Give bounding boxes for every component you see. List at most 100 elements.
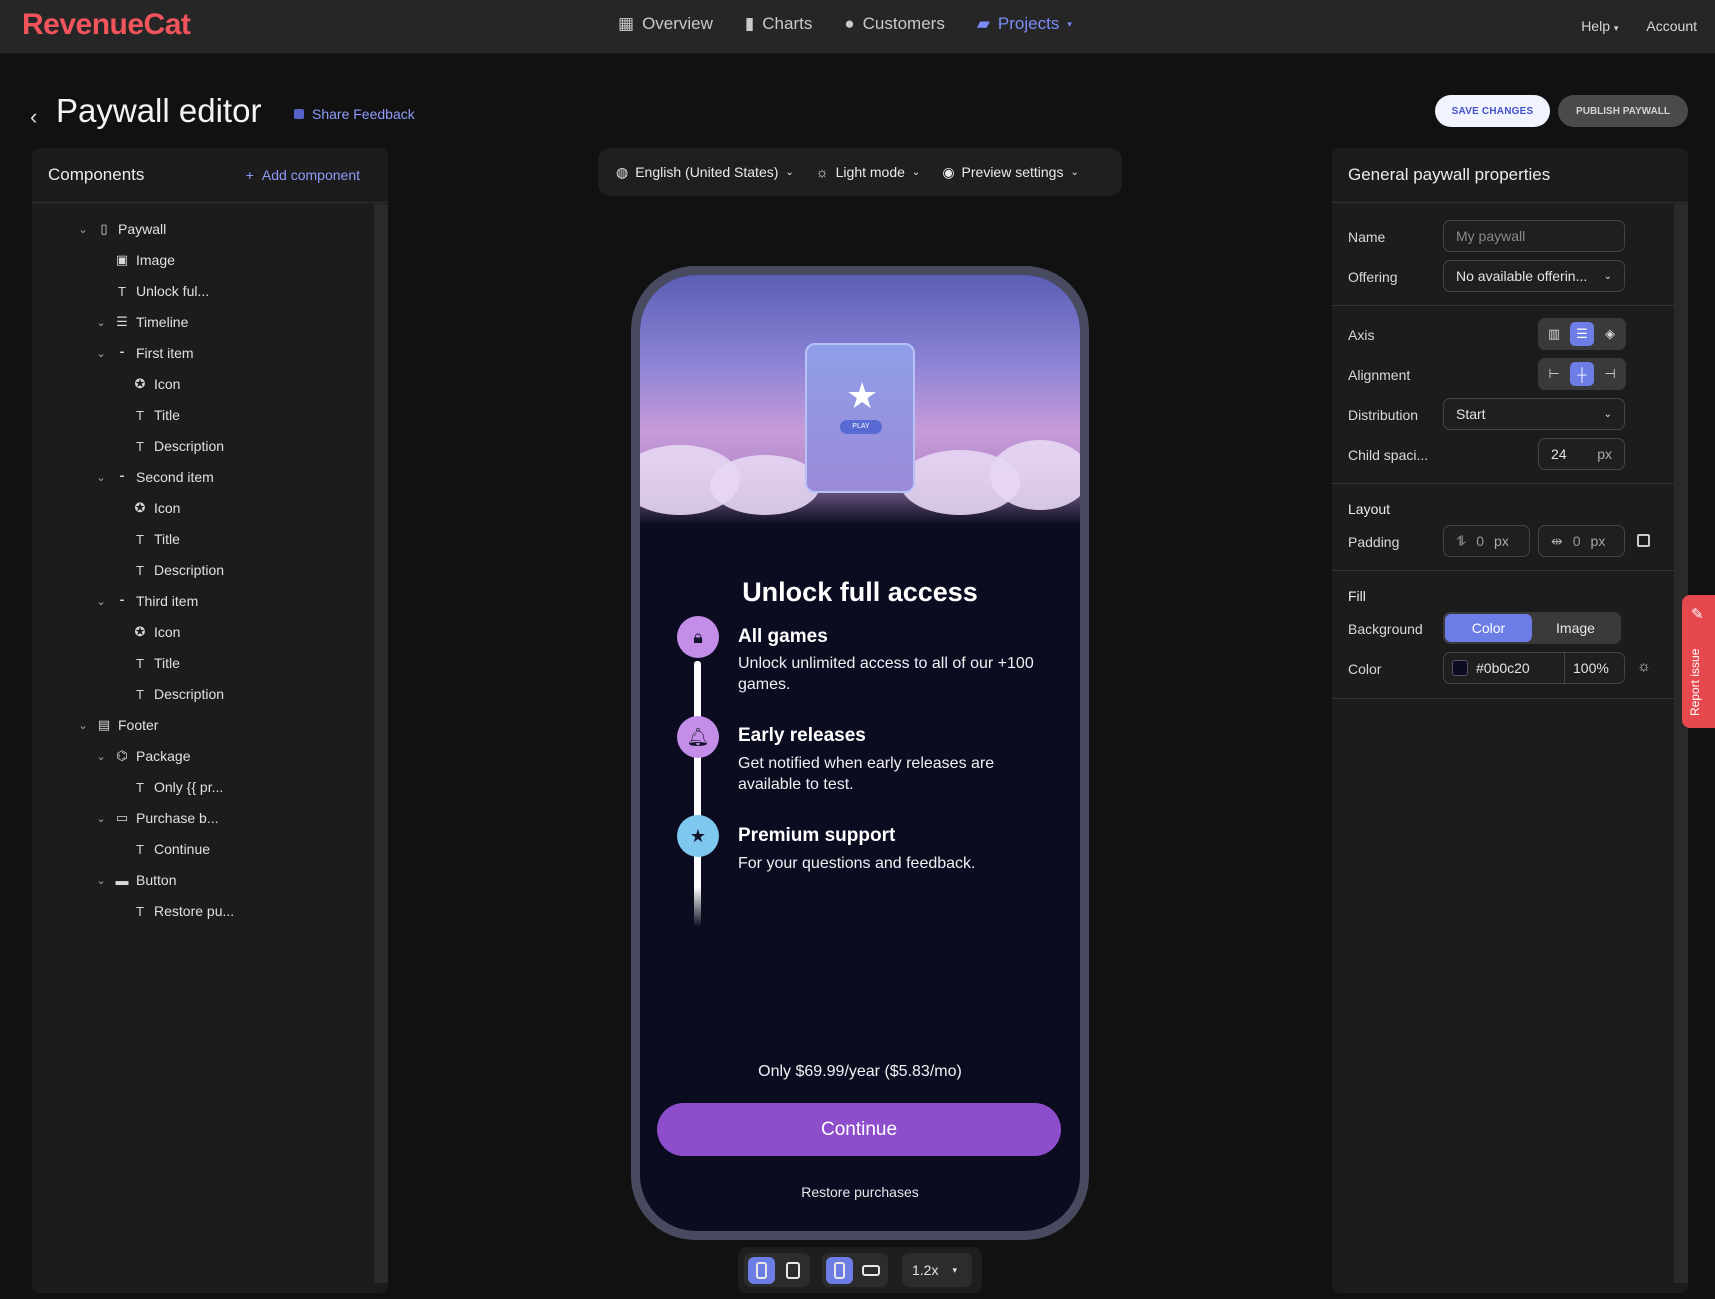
chevron-down-icon[interactable]: ⌄ [94, 316, 108, 329]
tree-node[interactable]: ✪ Icon [112, 621, 181, 643]
tree-node[interactable]: T Description [112, 559, 224, 581]
chevron-down-icon[interactable]: ⌄ [94, 874, 108, 887]
tree-node[interactable]: ⌄ ⁃ Third item [94, 590, 198, 612]
chevron-down-icon[interactable]: ⌄ [76, 223, 90, 236]
components-scrollbar[interactable] [374, 204, 388, 1283]
icon-icon: ✪ [134, 624, 146, 639]
tree-node[interactable]: T Title [112, 652, 180, 674]
nav-customers[interactable]: ● Customers [844, 14, 944, 34]
tree-node[interactable]: ⌄ ⁃ Second item [94, 466, 213, 488]
tree-node[interactable]: T Continue [112, 838, 210, 860]
padding-horizontal-input[interactable]: ⇹ 0 px [1538, 525, 1625, 557]
preview-settings-select[interactable]: ◉ Preview settings ⌄ [942, 164, 1079, 181]
tree-node-label: Timeline [136, 314, 189, 330]
folder-icon: ▰ [976, 14, 990, 33]
tree-node[interactable]: T Description [112, 683, 224, 705]
continue-button[interactable]: Continue [657, 1103, 1061, 1156]
color-swatch[interactable] [1452, 660, 1468, 676]
tree-node-label: Icon [154, 376, 181, 392]
theme-sun-icon[interactable]: ☼ [1637, 658, 1651, 675]
chevron-down-icon[interactable]: ⌄ [94, 471, 108, 484]
background-image-option[interactable]: Image [1532, 614, 1619, 642]
tree-node[interactable]: T Title [112, 404, 180, 426]
name-input[interactable]: My paywall [1443, 220, 1625, 252]
tree-node[interactable]: T Restore pu... [112, 900, 234, 922]
tree-node[interactable]: ⌄ ▬ Button [94, 869, 176, 891]
name-label: Name [1348, 229, 1386, 245]
hero-image[interactable]: ★ PLAY [640, 275, 1080, 525]
zoom-value: 1.2x [912, 1262, 939, 1278]
tree-node[interactable]: ⌄ ▯ Paywall [76, 218, 166, 240]
padding-vertical-input[interactable]: ⥮ 0 px [1443, 525, 1530, 557]
chevron-down-icon: ⌄ [1603, 408, 1612, 420]
padding-horizontal-icon: ⇹ [1551, 532, 1563, 549]
axis-segmented: ▥ ☰ ◈ [1538, 318, 1626, 350]
axis-label: Axis [1348, 327, 1375, 343]
child-spacing-input[interactable]: 24 px [1538, 438, 1625, 470]
color-input[interactable]: #0b0c20 100% [1443, 652, 1625, 684]
chevron-down-icon[interactable]: ⌄ [94, 812, 108, 825]
nav-charts[interactable]: ▮ Charts [745, 14, 812, 34]
chevron-down-icon[interactable]: ⌄ [94, 750, 108, 763]
tree-node[interactable]: ⌄ ▤ Footer [76, 714, 158, 736]
timeline-item-desc[interactable]: Get notified when early releases are ava… [738, 753, 1038, 795]
tree-node[interactable]: ⌄ ☰ Timeline [94, 311, 188, 333]
tree-node-label: Unlock ful... [136, 283, 210, 299]
tree-node[interactable]: ▣ Image [94, 249, 175, 271]
tree-node[interactable]: ⌄ ⁃ First item [94, 342, 193, 364]
tree-node[interactable]: ✪ Icon [112, 373, 181, 395]
tablet-device-button[interactable] [779, 1257, 806, 1284]
tree-node[interactable]: T Title [112, 528, 180, 550]
align-center-icon[interactable]: ┼ [1570, 362, 1594, 386]
save-changes-button[interactable]: SAVE CHANGES [1435, 95, 1550, 127]
revenuecat-logo[interactable]: RevenueCat [22, 8, 191, 42]
rows-icon[interactable]: ☰ [1570, 322, 1594, 346]
distribution-select[interactable]: Start ⌄ [1443, 398, 1625, 430]
nav-overview[interactable]: ▦ Overview [618, 14, 713, 34]
publish-paywall-button[interactable]: PUBLISH PAYWALL [1558, 95, 1688, 127]
help-menu[interactable]: Help ▾ [1581, 18, 1618, 34]
add-component-button[interactable]: + Add component [246, 167, 360, 183]
language-select[interactable]: ◍ English (United States) ⌄ [616, 164, 794, 181]
tree-node[interactable]: ✪ Icon [112, 497, 181, 519]
tree-node[interactable]: T Unlock ful... [94, 280, 209, 302]
chevron-down-icon[interactable]: ⌄ [76, 719, 90, 732]
restore-purchases-link[interactable]: Restore purchases [640, 1184, 1080, 1200]
align-right-icon[interactable]: ⊣ [1598, 362, 1622, 386]
paywall-title[interactable]: Unlock full access [640, 577, 1080, 608]
distribution-value: Start [1456, 406, 1486, 422]
tree-node[interactable]: T Only {{ pr... [112, 776, 223, 798]
timeline-item-title[interactable]: All games [738, 626, 828, 648]
back-chevron-icon[interactable]: ‹ [30, 104, 37, 130]
zoom-select[interactable]: 1.2x ▾ [902, 1253, 972, 1287]
layers-icon[interactable]: ◈ [1598, 322, 1622, 346]
phone-device-button[interactable] [748, 1256, 775, 1284]
portrait-button[interactable] [826, 1256, 853, 1284]
offering-select[interactable]: No available offerin... ⌄ [1443, 260, 1625, 292]
icon-icon: ✪ [134, 376, 146, 391]
nav-projects[interactable]: ▰ Projects ▾ [977, 14, 1072, 34]
timeline-item-desc[interactable]: Unlock unlimited access to all of our +1… [738, 653, 1038, 695]
chevron-down-icon: ⌄ [911, 166, 921, 178]
share-feedback-link[interactable]: Share Feedback [294, 106, 415, 122]
properties-scrollbar[interactable] [1674, 204, 1688, 1283]
price-text[interactable]: Only $69.99/year ($5.83/mo) [640, 1063, 1080, 1081]
account-menu[interactable]: Account [1646, 18, 1697, 34]
chevron-down-icon[interactable]: ⌄ [94, 347, 108, 360]
chevron-down-icon[interactable]: ⌄ [94, 595, 108, 608]
columns-icon[interactable]: ▥ [1542, 322, 1566, 346]
caret-down-icon: ▾ [952, 1264, 957, 1275]
mode-select[interactable]: ☼ Light mode ⌄ [816, 164, 921, 180]
item-icon: ⁃ [118, 593, 126, 608]
tree-node[interactable]: ⌄ ▭ Purchase b... [94, 807, 218, 829]
tree-node[interactable]: T Description [112, 435, 224, 457]
tree-node[interactable]: ⌄ ⌬ Package [94, 745, 190, 767]
padding-horizontal-value: 0 [1572, 533, 1581, 549]
timeline-item-title[interactable]: Early releases [738, 725, 866, 747]
align-left-icon[interactable]: ⊢ [1542, 362, 1566, 386]
timeline-item-title[interactable]: Premium support [738, 825, 895, 847]
padding-individual-icon[interactable] [1637, 534, 1650, 547]
landscape-button[interactable] [857, 1257, 884, 1284]
background-color-option[interactable]: Color [1445, 614, 1532, 642]
timeline-item-desc[interactable]: For your questions and feedback. [738, 853, 1038, 874]
